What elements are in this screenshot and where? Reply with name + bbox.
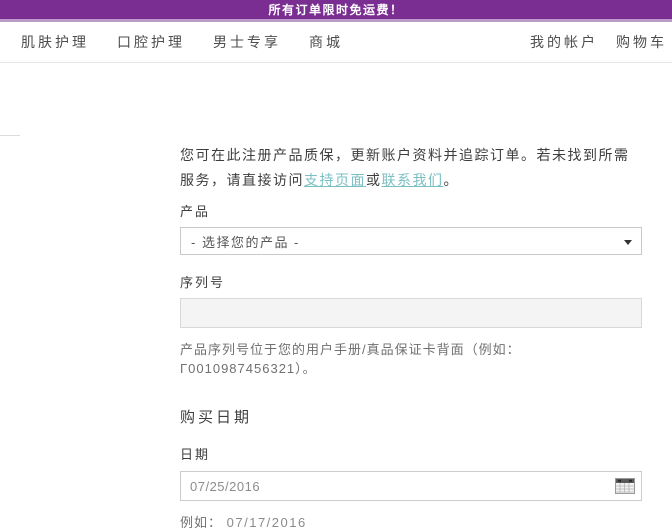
promo-banner-text: 所有订单限时免运费！ — [268, 2, 404, 17]
date-label: 日期 — [180, 447, 211, 462]
product-select[interactable]: - 选择您的产品 - — [180, 227, 642, 255]
support-page-link[interactable]: 支持页面 — [304, 172, 366, 188]
left-divider-stub — [0, 135, 20, 136]
serial-help-text: 产品序列号位于您的用户手册/真品保证卡背面（例如：Γ0010987456321）… — [180, 342, 521, 376]
registration-form-section: 您可在此注册产品质保，更新账户资料并追踪订单。若未找到所需服务，请直接访问支持页… — [180, 143, 642, 528]
nav-item-my-account[interactable]: 我的帐户 — [530, 32, 598, 52]
serial-label: 序列号 — [180, 275, 226, 290]
intro-period: 。 — [443, 172, 459, 188]
top-nav: 肌肤护理 口腔护理 男士专享 商城 我的帐户 购物车 — [0, 22, 672, 63]
intro-conjunction: 或 — [366, 172, 382, 188]
purchase-date-heading: 购买日期 — [180, 409, 253, 426]
chevron-down-icon — [624, 240, 632, 245]
promo-banner: 所有订单限时免运费！ — [0, 0, 672, 22]
nav-item-cart[interactable]: 购物车 — [616, 32, 667, 52]
date-example-prefix: 例如： — [180, 515, 223, 528]
intro-paragraph: 您可在此注册产品质保，更新账户资料并追踪订单。若未找到所需服务，请直接访问支持页… — [180, 143, 642, 193]
nav-item-oral-care[interactable]: 口腔护理 — [117, 32, 185, 52]
date-example-value: 07/17/2016 — [226, 515, 307, 528]
date-input[interactable] — [180, 471, 642, 501]
calendar-icon[interactable] — [615, 478, 635, 494]
nav-item-skin-care[interactable]: 肌肤护理 — [21, 32, 89, 52]
nav-item-mens[interactable]: 男士专享 — [213, 32, 281, 52]
nav-item-mall[interactable]: 商城 — [309, 32, 343, 52]
product-select-value: - 选择您的产品 - — [191, 234, 300, 250]
contact-us-link[interactable]: 联系我们 — [382, 172, 444, 188]
serial-input[interactable] — [180, 298, 642, 328]
product-label: 产品 — [180, 204, 211, 219]
date-field — [180, 471, 642, 501]
date-example-text: 例如： 07/17/2016 — [180, 512, 642, 528]
